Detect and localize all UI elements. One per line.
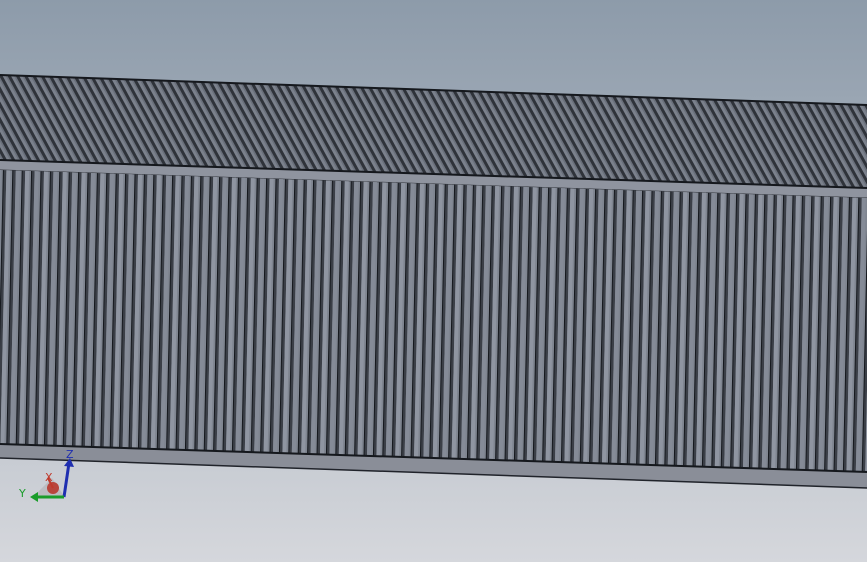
model-view[interactable]: Z Y X bbox=[0, 0, 867, 562]
triad-z-label: Z bbox=[66, 448, 74, 461]
triad-y-label: Y bbox=[18, 487, 26, 500]
triad-x-label: X bbox=[45, 471, 53, 484]
graphics-viewport[interactable]: Z Y X bbox=[0, 0, 867, 562]
